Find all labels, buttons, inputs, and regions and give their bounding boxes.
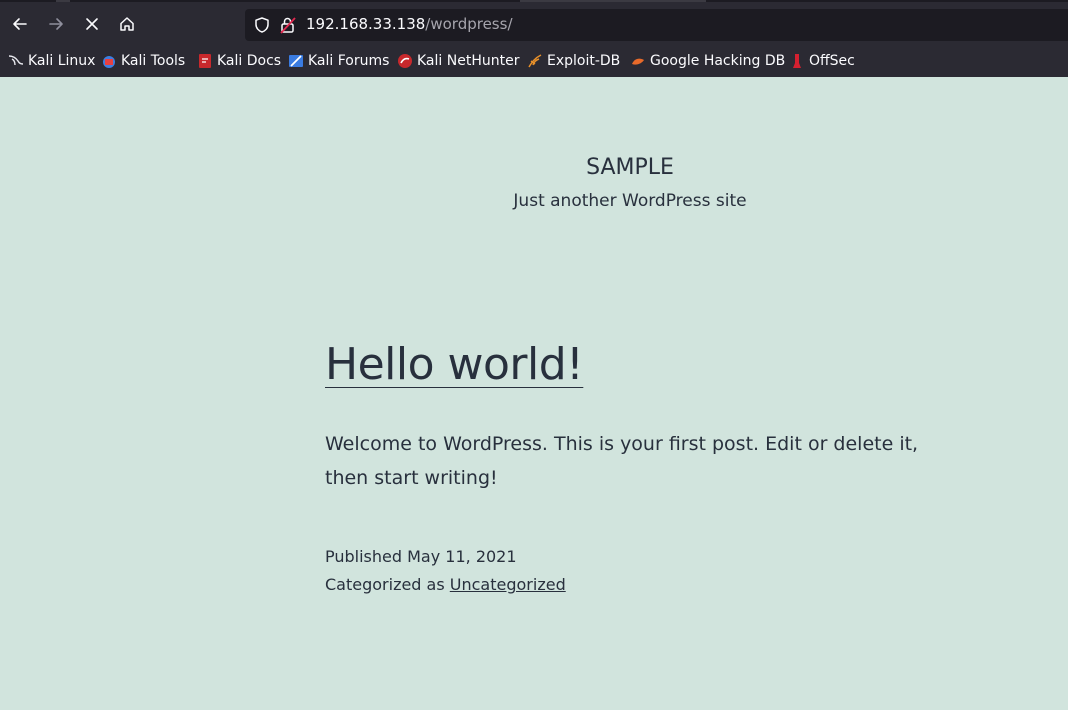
back-button[interactable] xyxy=(8,12,32,36)
url-text[interactable]: 192.168.33.138/wordpress/ xyxy=(306,15,513,33)
bookmark-label: Kali NetHunter xyxy=(417,53,520,69)
nethunter-icon xyxy=(398,54,412,68)
url-host: 192.168.33.138 xyxy=(306,15,426,33)
kali-docs-icon xyxy=(199,54,211,68)
address-bar[interactable]: 192.168.33.138/wordpress/ xyxy=(245,9,1068,41)
bookmark-google-hacking-db[interactable]: Google Hacking DB xyxy=(630,48,785,74)
bookmark-kali-docs[interactable]: Kali Docs xyxy=(197,48,281,74)
post-category: Categorized as Uncategorized xyxy=(325,575,566,594)
bookmark-kali-tools[interactable]: Kali Tools xyxy=(101,48,185,74)
stop-button[interactable] xyxy=(80,12,104,36)
bookmark-offsec[interactable]: OffSec xyxy=(789,48,855,74)
bookmark-label: Exploit-DB xyxy=(547,53,621,69)
site-title[interactable]: SAMPLE xyxy=(0,155,1068,180)
shield-icon[interactable] xyxy=(253,16,271,34)
bookmark-label: Kali Docs xyxy=(217,53,282,69)
bookmark-label: OffSec xyxy=(809,53,855,69)
category-link[interactable]: Uncategorized xyxy=(450,575,566,594)
home-icon xyxy=(120,17,134,31)
bookmark-kali-linux[interactable]: Kali Linux xyxy=(8,48,95,74)
bookmark-kali-nethunter[interactable]: Kali NetHunter xyxy=(397,48,519,74)
post-title-link[interactable]: Hello world! xyxy=(325,339,584,390)
post-body: Welcome to WordPress. This is your first… xyxy=(325,433,919,489)
kali-tools-icon xyxy=(103,56,115,68)
published-label: Published xyxy=(325,547,403,566)
bookmark-label: Kali Forums xyxy=(308,53,390,69)
arrow-left-icon xyxy=(13,18,27,30)
home-button[interactable] xyxy=(115,12,139,36)
kali-forums-icon xyxy=(289,55,303,67)
site-description: Just another WordPress site xyxy=(513,191,747,211)
active-tab-edge[interactable] xyxy=(520,0,706,2)
bookmark-kali-forums[interactable]: Kali Forums xyxy=(288,48,389,74)
insecure-lock-icon[interactable] xyxy=(279,15,297,35)
offsec-icon xyxy=(793,54,801,68)
page-content: SAMPLE Just another WordPress site Hello… xyxy=(0,77,1068,710)
bookmark-label: Kali Linux xyxy=(28,53,96,69)
arrow-right-icon xyxy=(49,18,63,30)
post-published: Published May 11, 2021 xyxy=(325,547,517,566)
bookmark-label: Google Hacking DB xyxy=(650,53,786,69)
url-path: /wordpress/ xyxy=(425,15,513,33)
forward-button[interactable] xyxy=(44,12,68,36)
bookmarks-toolbar: Kali Linux Kali Tools Kali Docs Kali For… xyxy=(0,48,1068,74)
tab-edge xyxy=(56,0,70,2)
browser-chrome: 192.168.33.138/wordpress/ Kali Linux Kal… xyxy=(0,0,1068,77)
kali-dragon-icon xyxy=(8,55,24,66)
bookmark-exploit-db[interactable]: Exploit-DB xyxy=(527,48,620,74)
bookmark-label: Kali Tools xyxy=(121,53,186,69)
tab-strip xyxy=(0,0,1068,2)
close-icon xyxy=(86,18,98,30)
exploit-db-icon xyxy=(528,54,542,68)
category-label: Categorized as xyxy=(325,575,445,594)
ghdb-icon xyxy=(632,58,644,65)
published-date: May 11, 2021 xyxy=(407,547,517,566)
